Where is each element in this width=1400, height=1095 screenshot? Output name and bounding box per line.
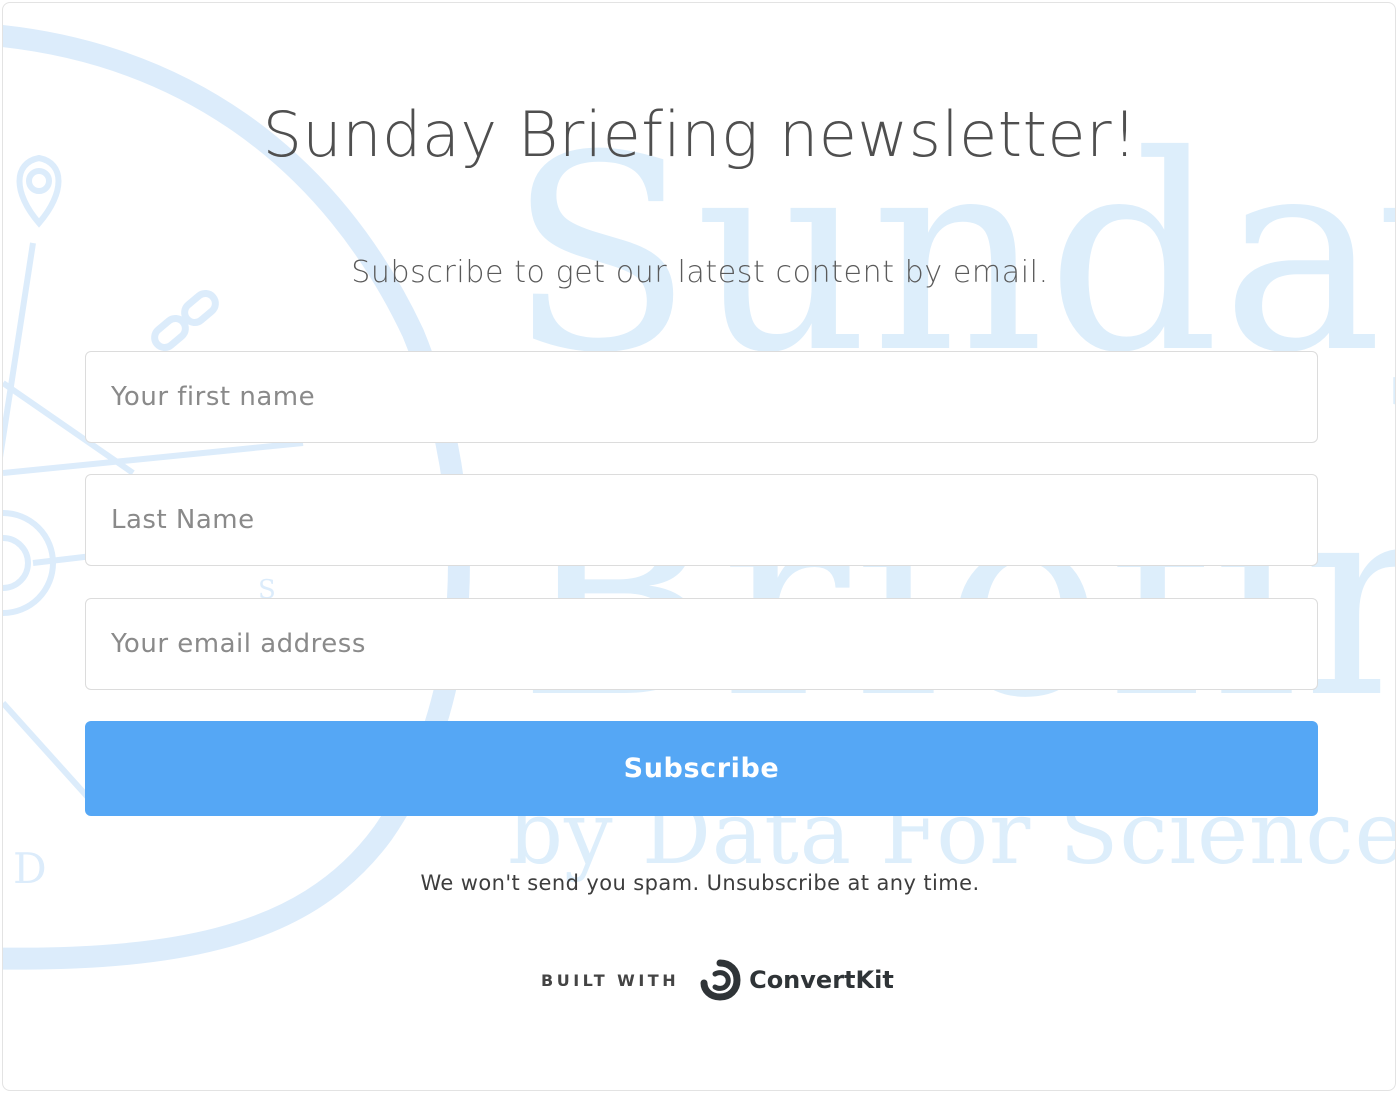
first-name-input[interactable]: [85, 351, 1318, 443]
form-subtitle: Subscribe to get our latest content by e…: [351, 255, 1049, 290]
convertkit-name: ConvertKit: [749, 966, 894, 994]
email-input[interactable]: [85, 598, 1318, 690]
convertkit-logo-icon: [700, 959, 741, 1001]
last-name-input[interactable]: [85, 474, 1318, 566]
built-with-convertkit-link[interactable]: BUILT WITH ConvertKit: [541, 954, 894, 1006]
built-with-label: BUILT WITH: [541, 970, 680, 990]
form-title: Sunday Briefing newsletter!: [262, 98, 1138, 171]
spam-disclaimer: We won't send you spam. Unsubscribe at a…: [420, 871, 980, 895]
subscribe-form-card: D S Sunday Briefing by Data For Science …: [2, 2, 1396, 1091]
subscribe-button[interactable]: Subscribe: [85, 721, 1318, 816]
form-content: Sunday Briefing newsletter! Subscribe to…: [3, 3, 1395, 1090]
